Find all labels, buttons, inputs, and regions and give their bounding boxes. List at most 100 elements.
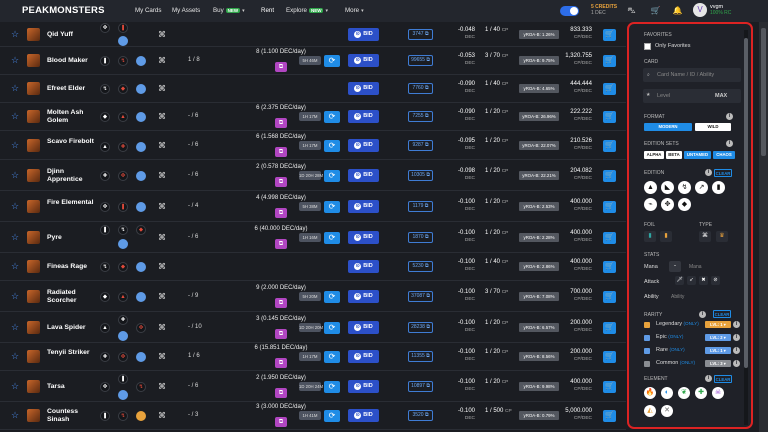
bid-button[interactable]: ⊙ BID (348, 321, 379, 334)
only-favorites-checkbox[interactable] (644, 43, 651, 50)
table-row[interactable]: ☆ Pyre ❚ ↯ ◆ ⌘ - / 6 6 (40.000 DEC/day) ⧉ 1H 16M ⟳… (0, 222, 626, 253)
max-button[interactable]: MAX (715, 93, 727, 99)
bid-button[interactable]: ⊙ BID (348, 54, 379, 67)
card-id-link[interactable]: 37087 ⧉ (408, 291, 433, 302)
refresh-button[interactable]: ⟳ (324, 111, 340, 123)
card-name[interactable]: Radiated Scorcher (47, 289, 97, 305)
info-icon[interactable]: i (733, 334, 740, 341)
favorite-star-icon[interactable]: ☆ (11, 55, 19, 66)
table-row[interactable]: ☆ Efreet Elder ↯ ◆ ⌘ ⊙ BID 7760 ⧉ -0.090 DEC 1 / 4… (0, 75, 626, 103)
rent-cards-icon[interactable]: ⧉ (275, 62, 287, 72)
favorite-star-icon[interactable]: ☆ (11, 410, 19, 421)
card-search-input[interactable]: Card Name / ID / Ability (643, 68, 741, 82)
rent-cards-icon[interactable]: ⧉ (275, 177, 287, 187)
favorite-star-icon[interactable]: ☆ (11, 83, 19, 94)
add-to-cart-button[interactable]: 🛒 (603, 261, 616, 273)
bid-button[interactable]: ⊙ BID (348, 139, 379, 152)
card-name[interactable]: Molten Ash Golem (47, 109, 97, 125)
favorite-star-icon[interactable]: ☆ (11, 261, 19, 272)
info-icon[interactable]: i (699, 311, 706, 318)
add-to-cart-button[interactable]: 🛒 (603, 55, 616, 67)
card-image[interactable] (27, 28, 40, 41)
refresh-button[interactable]: ⟳ (324, 55, 340, 67)
rarity-level-select[interactable]: LVL: 1 ▾ (705, 321, 731, 328)
card-id-link[interactable]: 7760 ⧉ (408, 83, 433, 94)
card-image[interactable] (27, 380, 40, 393)
type-monster-icon[interactable]: ⌘ (699, 231, 711, 242)
add-to-cart-button[interactable]: 🛒 (603, 170, 616, 182)
card-name[interactable]: Qid Yuff (47, 31, 97, 39)
table-row[interactable]: ☆ Fire Elemental ✥ ❚ ⌘ - / 4 4 (4.998 DEC/day)… (0, 191, 626, 222)
rent-cards-icon[interactable]: ⧉ (275, 417, 287, 427)
compare-icon[interactable]: ⌘ (157, 352, 167, 362)
rarity-checkbox[interactable] (644, 322, 650, 328)
credits-balance[interactable]: 5 CREDITS 1 DEC (591, 4, 617, 16)
card-name[interactable]: Blood Maker (47, 57, 97, 65)
card-name[interactable]: Djinn Apprentice (47, 168, 97, 184)
card-image[interactable] (27, 110, 40, 123)
edition-chaos-icon[interactable]: ✥ (661, 198, 674, 211)
card-id-link[interactable]: 3747 ⧉ (408, 29, 433, 40)
card-name[interactable]: Efreet Elder (47, 85, 97, 93)
refresh-button[interactable]: ⟳ (324, 140, 340, 152)
rent-cards-icon[interactable]: ⧉ (275, 118, 287, 128)
attack-magic-icon[interactable]: ✖ (699, 276, 708, 285)
edition-reward-icon[interactable]: ↗ (695, 181, 708, 194)
table-row[interactable]: ☆ Tarsa ✥ ❚ ↯ ⌘ - / 6 2 (1.950 DEC/day) ⧉ 1D 20H … (0, 371, 626, 402)
card-image[interactable] (27, 350, 40, 363)
element-dragon-icon[interactable]: ◭ (644, 405, 656, 417)
card-image[interactable] (27, 169, 40, 182)
bid-button[interactable]: ⊙ BID (348, 28, 379, 41)
nav-rent[interactable]: Rent (261, 7, 274, 14)
rarity-level-select[interactable]: LVL: 2 ▾ (705, 334, 731, 341)
mana-input[interactable]: Mana (689, 264, 702, 270)
element-death-icon[interactable]: ☠ (712, 387, 724, 399)
bid-button[interactable]: ⊙ BID (348, 169, 379, 182)
add-to-cart-button[interactable]: 🛒 (603, 140, 616, 152)
bid-button[interactable]: ⊙ BID (348, 82, 379, 95)
card-name[interactable]: Tarsa (47, 383, 97, 391)
favorite-star-icon[interactable]: ☆ (11, 201, 19, 212)
compare-icon[interactable]: ⌘ (157, 84, 167, 94)
card-image[interactable] (27, 54, 40, 67)
compare-icon[interactable]: ⌘ (157, 323, 167, 333)
type-summoner-icon[interactable]: ♛ (716, 231, 728, 242)
mana-operator-select[interactable]: - (669, 261, 681, 272)
bell-icon[interactable]: 🔔 (672, 6, 683, 15)
element-clear-button[interactable]: CLEAR (714, 375, 732, 383)
card-name[interactable]: Tenyii Striker (47, 349, 97, 357)
card-image[interactable] (27, 231, 40, 244)
add-to-cart-button[interactable]: 🛒 (603, 83, 616, 95)
info-icon[interactable]: i (733, 347, 740, 354)
refresh-button[interactable]: ⟳ (324, 322, 340, 334)
card-id-link[interactable]: 3520 ⧉ (408, 410, 433, 421)
table-row[interactable]: ☆ Djinn Apprentice ✚ ✥ ⌘ - / 6 2 (0.578 DEC/da… (0, 160, 626, 191)
rent-cards-icon[interactable]: ⧉ (275, 239, 287, 249)
element-earth-icon[interactable]: ❦ (678, 387, 690, 399)
ability-input[interactable]: Ability (671, 294, 684, 300)
add-to-cart-button[interactable]: 🛒 (603, 111, 616, 123)
edition-soulbound-icon[interactable]: ◆ (678, 198, 691, 211)
compare-icon[interactable]: ⌘ (157, 202, 167, 212)
card-id-link[interactable]: 10897 ⧉ (408, 381, 433, 392)
info-icon[interactable]: i (726, 113, 733, 120)
rarity-level-select[interactable]: LVL: 1 ▾ (705, 347, 731, 354)
add-to-cart-button[interactable]: 🛒 (603, 29, 616, 41)
favorite-star-icon[interactable]: ☆ (11, 381, 19, 392)
card-id-link[interactable]: 9287 ⧉ (408, 140, 433, 151)
table-row[interactable]: ☆ Qid Yuff ✥ ❚ ⌘ ⊙ BID 3747 ⧉ -0.048 DEC 1 / 40 CP… (0, 22, 626, 47)
rent-cards-icon[interactable]: ⧉ (275, 298, 287, 308)
edition-alpha-icon[interactable]: ▲ (644, 181, 657, 194)
info-icon[interactable]: i (733, 321, 740, 328)
edition-beta-icon[interactable]: ◣ (661, 181, 674, 194)
refresh-button[interactable]: ⟳ (324, 232, 340, 244)
refresh-button[interactable]: ⟳ (324, 351, 340, 363)
info-icon[interactable]: i (705, 375, 712, 382)
compare-icon[interactable]: ⌘ (157, 30, 167, 40)
element-life-icon[interactable]: ✚ (695, 387, 707, 399)
rent-cards-icon[interactable]: ⧉ (275, 208, 287, 218)
card-name[interactable]: Scavo Firebolt (47, 138, 97, 146)
info-icon[interactable]: i (726, 140, 733, 147)
edition-dice-icon[interactable]: ⌁ (644, 198, 657, 211)
info-icon[interactable]: i (705, 169, 712, 176)
